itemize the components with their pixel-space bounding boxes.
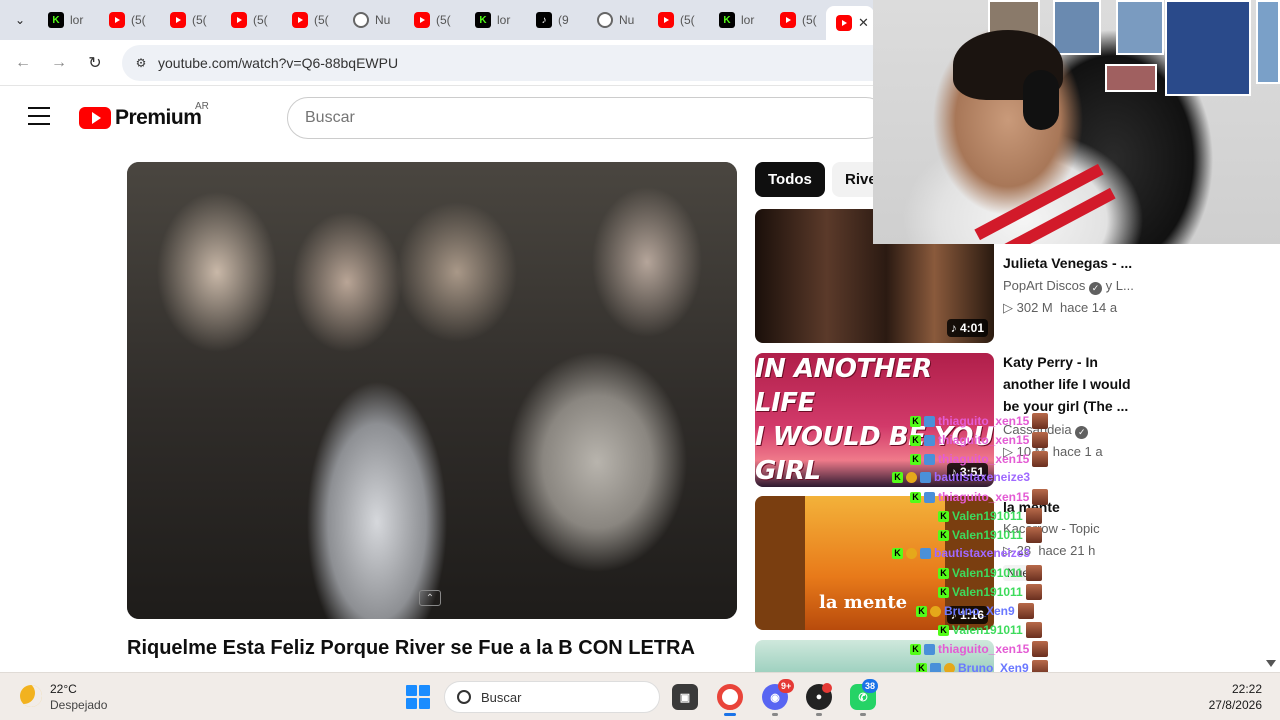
- recommendation-thumbnail[interactable]: [755, 640, 994, 672]
- weather-temperature[interactable]: 22°C: [50, 682, 77, 696]
- tiktok-icon: ♪: [536, 12, 552, 28]
- recommendation-meta: ▷ 302 M hace 14 a: [1003, 300, 1118, 315]
- browser-tab[interactable]: Nu: [343, 6, 395, 34]
- clock-date[interactable]: 27/8/2026: [1209, 698, 1262, 712]
- youtube-premium-logo[interactable]: Premium: [79, 106, 202, 130]
- browser-tab[interactable]: (5(: [99, 6, 151, 34]
- discord-notification-badge: 9+: [778, 679, 795, 693]
- emote-icon: [1017, 603, 1034, 619]
- browser-tab[interactable]: (5(: [282, 6, 334, 34]
- emote-icon: [1025, 622, 1042, 638]
- recommendation-title[interactable]: la mente: [1003, 496, 1143, 518]
- back-arrow-icon[interactable]: ←: [12, 52, 34, 74]
- browser-tab[interactable]: (5(: [160, 6, 212, 34]
- weather-condition[interactable]: Despejado: [50, 698, 107, 712]
- search-input[interactable]: Buscar: [287, 97, 887, 139]
- recommendation-title[interactable]: Julieta Venegas - ...: [1003, 252, 1143, 274]
- browser-tab[interactable]: (5(: [648, 6, 700, 34]
- kick-icon: K: [475, 12, 491, 28]
- headset-icon: [1023, 70, 1059, 130]
- site-circle-icon: [597, 12, 613, 28]
- search-icon: [457, 690, 471, 704]
- youtube-icon: [658, 12, 674, 28]
- new-badge: Nue: [1003, 565, 1034, 581]
- active-app-indicator: [724, 713, 736, 716]
- chip-todos[interactable]: Todos: [755, 162, 825, 197]
- address-bar[interactable]: ⚙ youtube.com/watch?v=Q6-88bqEWPU: [122, 45, 902, 81]
- youtube-icon: [292, 12, 308, 28]
- verified-check-icon: ✓: [1075, 426, 1089, 439]
- clock-time[interactable]: 22:22: [1232, 682, 1262, 696]
- url-text[interactable]: youtube.com/watch?v=Q6-88bqEWPU: [158, 55, 398, 71]
- youtube-icon: [231, 12, 247, 28]
- expand-icon[interactable]: ⌃: [419, 590, 441, 606]
- verified-check-icon: ✓: [1089, 282, 1102, 295]
- youtube-icon: [109, 12, 125, 28]
- close-tab-icon[interactable]: ✕: [858, 15, 869, 31]
- tab-search-chevron-icon[interactable]: ⌄: [8, 8, 32, 32]
- recording-dot-icon: [822, 683, 832, 693]
- running-app-indicator: [816, 713, 822, 716]
- kick-icon: K: [719, 12, 735, 28]
- browser-tab[interactable]: (5(: [221, 6, 273, 34]
- forward-arrow-icon[interactable]: →: [48, 52, 70, 74]
- recommendation-thumbnail[interactable]: la mente ♪ 1:16: [755, 496, 994, 630]
- recommendation-channel[interactable]: Cassandeia ✓: [1003, 422, 1089, 439]
- browser-tab[interactable]: Klor: [465, 6, 517, 34]
- wall-poster: [1165, 0, 1251, 96]
- site-circle-icon: [353, 12, 369, 28]
- duration-badge: ♪ 4:01: [946, 319, 988, 337]
- video-player[interactable]: ⌃: [127, 162, 737, 619]
- recommendation-thumbnail[interactable]: IN ANOTHER LIFE I WOULD BE YOU GIRL ♪ 3:…: [755, 353, 994, 487]
- running-app-indicator: [772, 713, 778, 716]
- task-view-icon[interactable]: ▣: [672, 684, 698, 710]
- emote-icon: [1025, 584, 1042, 600]
- reload-icon[interactable]: ↻: [84, 52, 106, 74]
- wall-poster: [1053, 0, 1101, 55]
- thumbnail-text: IN ANOTHER LIFE: [755, 354, 932, 418]
- running-app-indicator: [860, 713, 866, 716]
- scroll-down-arrow-icon[interactable]: [1266, 660, 1276, 667]
- kick-icon: K: [48, 12, 64, 28]
- recommendation-channel[interactable]: PopArt Discos ✓ y L...: [1003, 278, 1134, 295]
- youtube-icon: [170, 12, 186, 28]
- duration-badge: ♪ 1:16: [946, 606, 988, 624]
- browser-tab-active[interactable]: ✕: [826, 6, 874, 40]
- menu-icon[interactable]: [28, 107, 50, 125]
- browser-tab[interactable]: (5(: [404, 6, 456, 34]
- emote-icon: [1032, 641, 1049, 657]
- browser-tab[interactable]: ♪ (9: [526, 6, 578, 34]
- site-settings-icon[interactable]: ⚙: [128, 50, 154, 76]
- duration-badge: ♪ 3:51: [946, 463, 988, 481]
- region-code: AR: [195, 101, 209, 112]
- youtube-play-icon: [79, 107, 111, 129]
- wall-poster: [1105, 64, 1157, 92]
- browser-tab[interactable]: Klor: [709, 6, 761, 34]
- chrome-icon[interactable]: [717, 684, 743, 710]
- screen: ⌄ Klor (5( (5( (5( (5( Nu (5( Klor ♪ (9 N…: [0, 0, 1280, 720]
- recommendation-meta: ▷ 10 M hace 1 a: [1003, 444, 1103, 459]
- recommendation-meta: ▷ 28 hace 21 h: [1003, 543, 1096, 558]
- browser-tab[interactable]: (5(: [770, 6, 822, 34]
- thumbnail-text: la mente: [819, 592, 908, 613]
- youtube-icon: [780, 12, 796, 28]
- browser-tab[interactable]: Klor: [38, 6, 90, 34]
- windows-taskbar: 22°C Despejado Buscar ▣ ◉ 9+ ● ✆ 38 22:2…: [0, 672, 1280, 720]
- youtube-icon: [836, 15, 852, 31]
- moon-weather-icon[interactable]: [20, 685, 42, 707]
- whatsapp-notification-badge: 38: [862, 679, 879, 693]
- browser-tab[interactable]: Nu: [587, 6, 639, 34]
- taskbar-search[interactable]: Buscar: [444, 681, 660, 713]
- recommendation-channel[interactable]: Kacorrow - Topic: [1003, 521, 1100, 536]
- recommendation-title[interactable]: Katy Perry - In another life I would be …: [1003, 351, 1143, 417]
- windows-start-icon[interactable]: [406, 685, 430, 709]
- video-frame: [127, 162, 737, 619]
- streamer-webcam: [873, 0, 1280, 244]
- video-title: Riquelme Esta Feliz Porque River se Fue …: [127, 637, 695, 659]
- youtube-icon: [414, 12, 430, 28]
- wall-poster: [1116, 0, 1164, 55]
- wall-poster: [1256, 0, 1280, 84]
